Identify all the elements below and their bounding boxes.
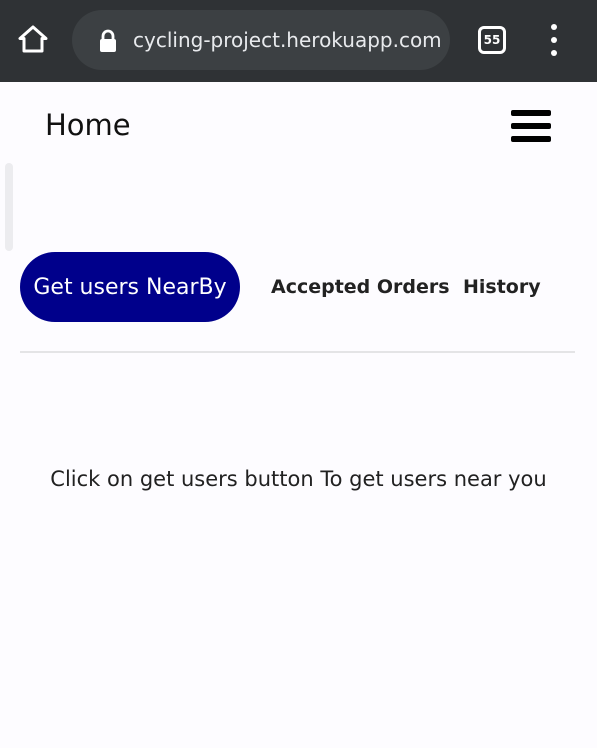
tab-get-users-nearby[interactable]: Get users NearBy bbox=[20, 252, 240, 322]
home-icon bbox=[18, 25, 48, 53]
more-vert-icon[interactable] bbox=[544, 24, 564, 56]
lock-icon bbox=[100, 29, 116, 52]
page-title: Home bbox=[45, 108, 131, 142]
browser-home-button[interactable] bbox=[16, 22, 50, 56]
app-header: Home bbox=[0, 82, 597, 172]
tab-history[interactable]: History bbox=[463, 252, 541, 322]
empty-state-message: Click on get users button To get users n… bbox=[50, 467, 547, 491]
hamburger-icon[interactable] bbox=[511, 110, 551, 142]
tab-divider bbox=[20, 351, 575, 353]
address-bar[interactable]: cycling-project.herokuapp.com bbox=[72, 10, 450, 70]
url-text: cycling-project.herokuapp.com bbox=[133, 28, 442, 52]
tab-switcher-button[interactable]: 55 bbox=[478, 26, 506, 54]
tab-bar: Get users NearBy Accepted Orders History bbox=[20, 252, 580, 324]
tab-accepted-orders[interactable]: Accepted Orders bbox=[271, 252, 450, 322]
browser-toolbar: cycling-project.herokuapp.com 55 bbox=[0, 0, 597, 82]
scrollbar-thumb[interactable] bbox=[5, 163, 13, 251]
